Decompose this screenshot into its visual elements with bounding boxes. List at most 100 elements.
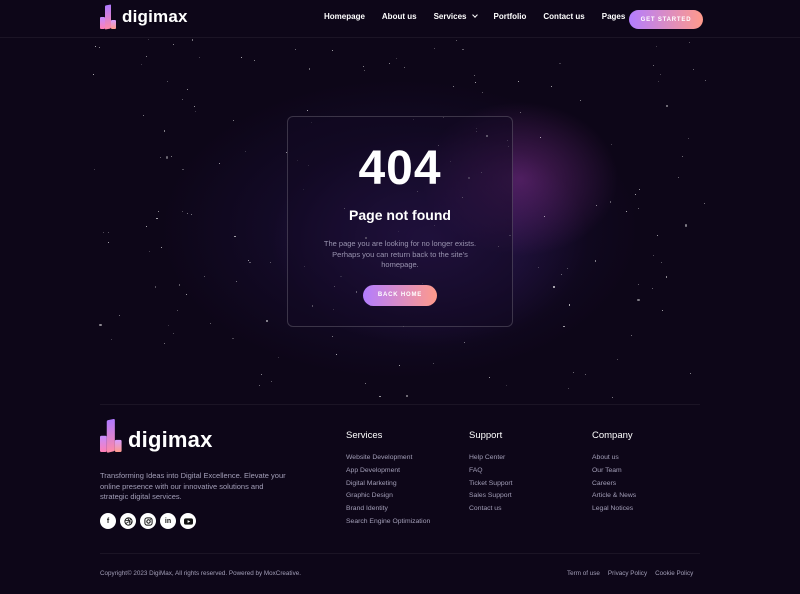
star <box>335 353 337 355</box>
footer-link[interactable]: Help Center <box>469 452 513 465</box>
star <box>98 47 100 49</box>
footer-link[interactable]: Ticket Support <box>469 478 513 491</box>
star <box>241 57 242 59</box>
star <box>539 137 541 139</box>
star <box>172 332 175 335</box>
footer-link[interactable]: Careers <box>592 478 636 491</box>
main-nav: Homepage About us Services Portfolio Con… <box>324 12 652 21</box>
star <box>403 67 405 69</box>
star <box>199 57 201 58</box>
nav-item-services[interactable]: Services <box>434 12 478 21</box>
legal-link-terms[interactable]: Term of use <box>567 570 600 577</box>
star <box>488 377 490 378</box>
footer-link[interactable]: Digital Marketing <box>346 478 430 491</box>
youtube-icon[interactable] <box>180 513 196 529</box>
footer-link[interactable]: Contact us <box>469 503 513 516</box>
star <box>331 50 333 52</box>
star <box>677 176 679 178</box>
star <box>191 213 193 215</box>
star <box>307 109 308 111</box>
star <box>260 373 262 375</box>
star <box>462 49 464 51</box>
footer-link[interactable]: Website Development <box>346 452 430 465</box>
brand-logo[interactable]: digimax <box>100 4 188 30</box>
star <box>563 325 565 327</box>
footer-link[interactable]: Legal Notices <box>592 503 636 516</box>
star <box>266 320 268 322</box>
star <box>166 81 168 83</box>
footer-link[interactable]: Search Engine Optimization <box>346 516 430 529</box>
error-card: 404 Page not found The page you are look… <box>287 116 513 327</box>
star <box>682 155 684 157</box>
footer-link[interactable]: Article & News <box>592 490 636 503</box>
star <box>93 73 95 75</box>
back-home-button[interactable]: BACK HOME <box>363 284 437 306</box>
footer-col-company: Company About us Our Team Careers Articl… <box>592 430 636 516</box>
star <box>164 343 165 345</box>
footer-col-title: Services <box>346 430 383 441</box>
star <box>568 304 571 306</box>
logo-mark-icon <box>100 418 124 453</box>
dribbble-icon[interactable] <box>120 513 136 529</box>
facebook-icon[interactable]: f <box>100 513 116 529</box>
star <box>399 365 401 367</box>
star <box>331 336 333 338</box>
star <box>688 41 690 43</box>
star <box>405 394 409 398</box>
star <box>204 275 205 277</box>
get-started-button[interactable]: GET STARTED <box>629 10 703 29</box>
star <box>684 224 688 227</box>
star <box>148 251 150 253</box>
star <box>692 68 695 71</box>
star <box>690 372 692 374</box>
footer-link[interactable]: About us <box>592 452 636 465</box>
star <box>637 283 639 285</box>
star <box>170 156 172 158</box>
star <box>656 45 658 47</box>
star <box>99 323 102 327</box>
star <box>482 91 484 93</box>
footer-bottom-divider <box>100 553 700 554</box>
star <box>567 387 570 389</box>
footer-link[interactable]: Brand Identity <box>346 503 430 516</box>
star <box>210 322 212 324</box>
star <box>638 208 640 210</box>
star <box>560 274 562 276</box>
star <box>141 63 143 65</box>
instagram-icon[interactable] <box>140 513 156 529</box>
nav-item-about[interactable]: About us <box>382 12 417 21</box>
legal-link-privacy[interactable]: Privacy Policy <box>608 570 647 577</box>
star <box>271 381 273 383</box>
star <box>637 298 640 302</box>
star <box>186 89 188 91</box>
legal-links: Term of use Privacy Policy Cookie Policy <box>567 570 701 577</box>
star <box>657 235 659 237</box>
star <box>634 193 637 196</box>
footer-link[interactable]: App Development <box>346 465 430 478</box>
nav-item-portfolio[interactable]: Portfolio <box>494 12 527 21</box>
footer-logo[interactable]: digimax <box>100 418 213 453</box>
star <box>553 286 555 288</box>
footer-link[interactable]: Graphic Design <box>346 490 430 503</box>
star <box>107 232 109 234</box>
footer-link[interactable]: FAQ <box>469 465 513 478</box>
nav-label: Homepage <box>324 12 365 21</box>
nav-item-contact[interactable]: Contact us <box>543 12 584 21</box>
star <box>185 293 187 295</box>
star <box>147 39 149 40</box>
footer-link[interactable]: Sales Support <box>469 490 513 503</box>
star <box>505 384 508 387</box>
star <box>396 57 398 59</box>
star <box>258 384 260 387</box>
linkedin-icon[interactable]: in <box>160 513 176 529</box>
star <box>163 130 166 132</box>
star <box>94 168 96 170</box>
footer-link[interactable]: Our Team <box>592 465 636 478</box>
footer-tagline: Transforming Ideas into Digital Excellen… <box>100 471 286 502</box>
nav-item-homepage[interactable]: Homepage <box>324 12 365 21</box>
star <box>652 254 654 256</box>
star <box>659 73 661 75</box>
legal-link-cookie[interactable]: Cookie Policy <box>655 570 693 577</box>
star <box>452 86 454 88</box>
nav-label: Pages <box>601 12 626 21</box>
